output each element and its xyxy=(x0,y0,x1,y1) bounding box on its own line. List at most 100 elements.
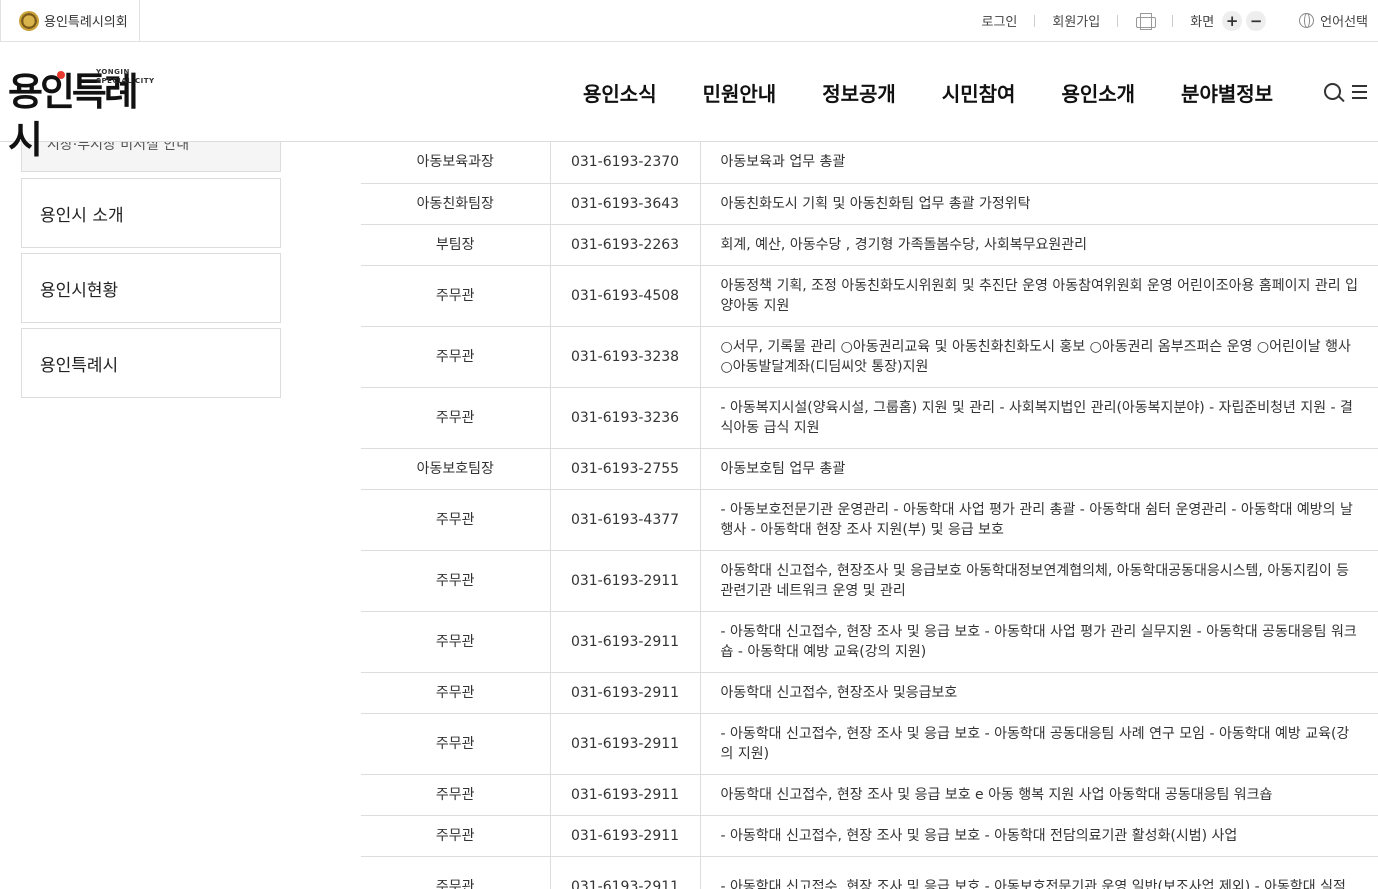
nav-menu-info[interactable]: 정보공개 xyxy=(822,78,896,107)
table-row: 주무관 031-6193-2911 - 아동학대 신고접수, 현장 조사 및 응… xyxy=(361,611,1378,673)
logo-dot xyxy=(57,71,65,79)
phone-cell: 031-6193-2911 xyxy=(550,713,701,775)
join-link[interactable]: 회원가입 xyxy=(1052,11,1100,30)
position-cell: 주무관 xyxy=(361,265,551,327)
position-cell: 아동친화팀장 xyxy=(361,183,551,225)
duty-cell: 아동학대 신고접수, 현장 조사 및 응급 보호 e 아동 행복 지원 사업 아… xyxy=(700,774,1378,816)
sidebar-item-special-city[interactable]: 용인특례시 xyxy=(21,328,281,398)
zoom-in-button[interactable]: + xyxy=(1222,10,1243,31)
duty-cell: 아동보호팀 업무 총괄 xyxy=(700,448,1378,490)
position-cell: 주무관 xyxy=(361,815,551,857)
table-row: 아동보호팀장 031-6193-2755 아동보호팀 업무 총괄 xyxy=(361,448,1378,490)
phone-cell: 031-6193-2911 xyxy=(550,815,701,857)
divider xyxy=(1034,14,1036,27)
table-row: 주무관 031-6193-2911 아동학대 신고접수, 현장조사 및응급보호 xyxy=(361,672,1378,714)
duty-cell: 아동학대 신고접수, 현장조사 및응급보호 xyxy=(700,672,1378,714)
sidebar-item-label: 용인특례시 xyxy=(40,355,119,376)
phone-cell: 031-6193-2370 xyxy=(550,142,701,184)
position-cell: 주무관 xyxy=(361,387,551,449)
duty-cell: - 아동학대 신고접수, 현장 조사 및 응급 보호 - 아동학대 공동대응팀 … xyxy=(700,713,1378,775)
phone-cell: 031-6193-2263 xyxy=(550,224,701,266)
position-cell: 주무관 xyxy=(361,856,551,889)
phone-cell: 031-6193-2911 xyxy=(550,774,701,816)
nav-menu-fields[interactable]: 분야별정보 xyxy=(1181,78,1273,107)
search-icon[interactable] xyxy=(1324,83,1341,100)
staff-table: 아동보육과장 031-6193-2370 아동보육과 업무 총괄 아동친화팀장 … xyxy=(361,142,1378,889)
position-cell: 주무관 xyxy=(361,713,551,775)
position-cell: 주무관 xyxy=(361,672,551,714)
council-link[interactable]: 용인특례시의회 xyxy=(0,0,140,41)
council-seal-icon xyxy=(19,10,39,31)
duty-cell: 아동보육과 업무 총괄 xyxy=(700,142,1378,184)
phone-cell: 031-6193-2911 xyxy=(550,672,701,714)
divider xyxy=(1117,14,1119,27)
utility-bar: 용인특례시의회 로그인 회원가입 화면 + − 언어선택 xyxy=(0,0,1378,42)
table-row: 주무관 031-6193-4508 아동정책 기획, 조정 아동친화도시위원회 … xyxy=(361,265,1378,327)
site-logo[interactable]: 용인특례시 YONGIN SPECIAL CITY xyxy=(8,66,158,162)
table-row: 아동보육과장 031-6193-2370 아동보육과 업무 총괄 xyxy=(361,142,1378,184)
table-row: 주무관 031-6193-3238 ○서무, 기록물 관리 ○아동권리교육 및 … xyxy=(361,326,1378,388)
phone-cell: 031-6193-3238 xyxy=(550,326,701,388)
nav-menu-news[interactable]: 용인소식 xyxy=(583,78,657,107)
table-row: 주무관 031-6193-4377 - 아동보호전문기관 운영관리 - 아동학대… xyxy=(361,489,1378,551)
phone-cell: 031-6193-3236 xyxy=(550,387,701,449)
staff-table-container: 아동보육과장 031-6193-2370 아동보육과 업무 총괄 아동친화팀장 … xyxy=(361,142,1378,889)
logo-english-line2: SPECIAL CITY xyxy=(96,77,155,85)
zoom-out-button[interactable]: − xyxy=(1246,10,1267,31)
position-cell: 아동보육과장 xyxy=(361,142,551,184)
nav-menu-participation[interactable]: 시민참여 xyxy=(942,78,1016,107)
phone-cell: 031-6193-4508 xyxy=(550,265,701,327)
phone-cell: 031-6193-4377 xyxy=(550,489,701,551)
globe-icon xyxy=(1299,13,1315,28)
duty-cell: 회계, 예산, 아동수당 , 경기형 가족돌봄수당, 사회복무요원관리 xyxy=(700,224,1378,266)
hamburger-menu-icon[interactable] xyxy=(1352,84,1367,99)
duty-cell: 아동정책 기획, 조정 아동친화도시위원회 및 추진단 운영 아동참여위원회 운… xyxy=(700,265,1378,327)
screen-label: 화면 xyxy=(1190,15,1215,30)
duty-cell: 아동친화도시 기획 및 아동친화팀 업무 총괄 가정위탁 xyxy=(700,183,1378,225)
sidebar-item-city-status[interactable]: 용인시현황 xyxy=(21,253,281,323)
position-cell: 주무관 xyxy=(361,611,551,673)
table-row: 부팀장 031-6193-2263 회계, 예산, 아동수당 , 경기형 가족돌… xyxy=(361,224,1378,266)
duty-cell: - 아동보호전문기관 운영관리 - 아동학대 사업 평가 관리 총괄 - 아동학… xyxy=(700,489,1378,551)
table-row: 주무관 031-6193-2911 아동학대 신고접수, 현장조사 및 응급보호… xyxy=(361,550,1378,612)
duty-cell: - 아동학대 신고접수, 현장 조사 및 응급 보호 - 아동보호전문기관 운영… xyxy=(700,856,1378,889)
position-cell: 주무관 xyxy=(361,550,551,612)
print-icon[interactable] xyxy=(1135,12,1157,30)
phone-cell: 031-6193-2911 xyxy=(550,856,701,889)
table-row: 주무관 031-6193-2911 - 아동학대 신고접수, 현장 조사 및 응… xyxy=(361,713,1378,775)
table-row: 주무관 031-6193-2911 아동학대 신고접수, 현장 조사 및 응급 … xyxy=(361,774,1378,816)
position-cell: 부팀장 xyxy=(361,224,551,266)
language-label: 언어선택 xyxy=(1320,15,1368,30)
nav-menu-about[interactable]: 용인소개 xyxy=(1061,78,1135,107)
council-label: 용인특례시의회 xyxy=(44,15,128,30)
main-navigation: 용인소식 민원안내 정보공개 시민참여 용인소개 분야별정보 xyxy=(560,42,1296,142)
position-cell: 주무관 xyxy=(361,774,551,816)
nav-menu-civil[interactable]: 민원안내 xyxy=(703,78,777,107)
sidebar-item-label: 용인시 소개 xyxy=(40,205,124,226)
phone-cell: 031-6193-3643 xyxy=(550,183,701,225)
table-row: 주무관 031-6193-2911 - 아동학대 신고접수, 현장 조사 및 응… xyxy=(361,856,1378,889)
position-cell: 주무관 xyxy=(361,326,551,388)
duty-cell: - 아동복지시설(양육시설, 그룹홈) 지원 및 관리 - 사회복지법인 관리(… xyxy=(700,387,1378,449)
duty-cell: - 아동학대 신고접수, 현장 조사 및 응급 보호 - 아동학대 전담의료기관… xyxy=(700,815,1378,857)
logo-english: YONGIN SPECIAL CITY xyxy=(96,68,155,86)
sidebar-item-label: 용인시현황 xyxy=(40,280,119,301)
table-row: 주무관 031-6193-3236 - 아동복지시설(양육시설, 그룹홈) 지원… xyxy=(361,387,1378,449)
position-cell: 주무관 xyxy=(361,489,551,551)
duty-cell: ○서무, 기록물 관리 ○아동권리교육 및 아동친화친화도시 홍보 ○아동권리 … xyxy=(700,326,1378,388)
phone-cell: 031-6193-2911 xyxy=(550,611,701,673)
duty-cell: - 아동학대 신고접수, 현장 조사 및 응급 보호 - 아동학대 사업 평가 … xyxy=(700,611,1378,673)
sidebar-item-city-intro[interactable]: 용인시 소개 xyxy=(21,178,281,248)
table-row: 주무관 031-6193-2911 - 아동학대 신고접수, 현장 조사 및 응… xyxy=(361,815,1378,857)
duty-cell: 아동학대 신고접수, 현장조사 및 응급보호 아동학대정보연계협의체, 아동학대… xyxy=(700,550,1378,612)
position-cell: 아동보호팀장 xyxy=(361,448,551,490)
table-row: 아동친화팀장 031-6193-3643 아동친화도시 기획 및 아동친화팀 업… xyxy=(361,183,1378,225)
divider xyxy=(1172,14,1174,27)
phone-cell: 031-6193-2911 xyxy=(550,550,701,612)
utility-links: 로그인 회원가입 화면 + − 언어선택 xyxy=(982,0,1378,41)
language-select[interactable]: 언어선택 xyxy=(1299,11,1368,30)
phone-cell: 031-6193-2755 xyxy=(550,448,701,490)
site-header: 용인특례시 YONGIN SPECIAL CITY 용인소식 민원안내 정보공개… xyxy=(0,42,1378,162)
logo-english-line1: YONGIN xyxy=(96,68,130,76)
login-link[interactable]: 로그인 xyxy=(982,11,1018,30)
